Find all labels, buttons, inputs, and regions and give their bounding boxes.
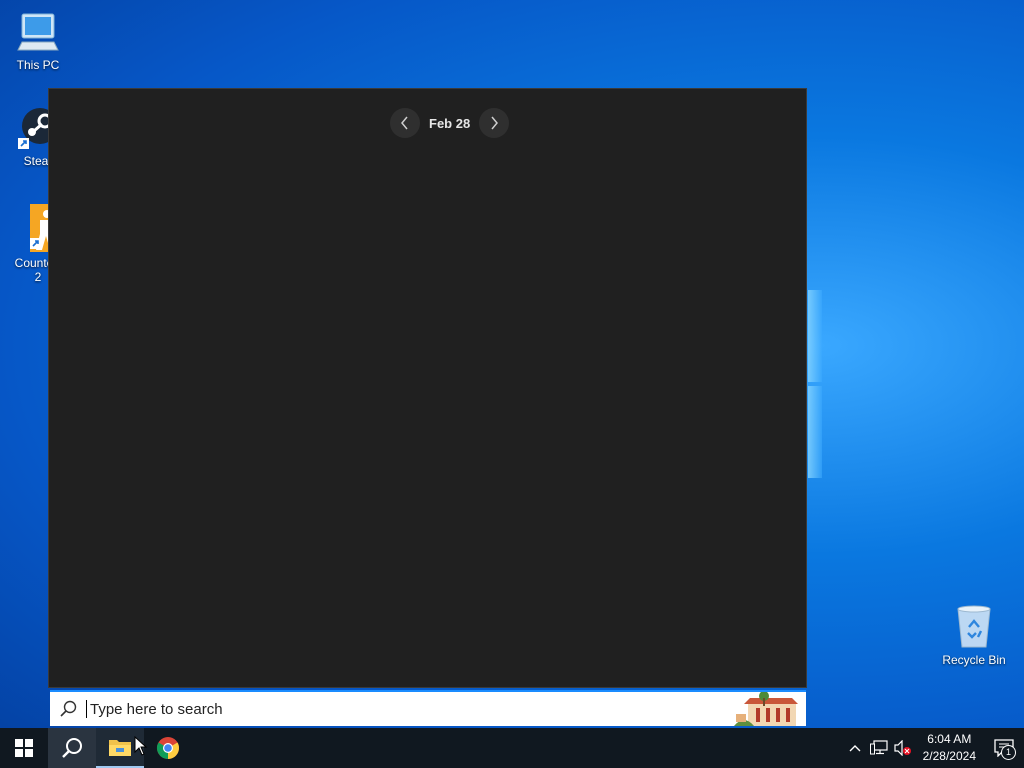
chevron-up-icon (849, 745, 861, 752)
text-caret (86, 700, 87, 718)
recycle-bin-icon (957, 605, 991, 648)
start-button[interactable] (0, 728, 48, 768)
clock-time: 6:04 AM (927, 732, 972, 746)
show-hidden-icons-button[interactable] (843, 728, 867, 768)
search-bar[interactable] (50, 690, 806, 726)
notification-count-badge: 1 (1001, 745, 1016, 760)
file-explorer-icon (109, 740, 131, 756)
date-navigator: Feb 28 (390, 107, 510, 139)
network-button[interactable] (867, 728, 891, 768)
search-icon (62, 738, 82, 758)
desktop-icon-this-pc[interactable]: This PC (0, 10, 76, 72)
current-date-label: Feb 28 (429, 115, 471, 131)
wallpaper-beam-upper (808, 290, 822, 382)
clock-button[interactable]: 6:04 AM 2/28/2024 (915, 731, 984, 765)
volume-muted-icon (894, 740, 911, 756)
search-bar-icon-wrap (50, 700, 86, 718)
taskbar-search-button[interactable] (48, 728, 96, 768)
system-tray: 6:04 AM 2/28/2024 1 (843, 728, 1024, 768)
clock-date: 2/28/2024 (922, 749, 976, 763)
action-center-button[interactable]: 1 (984, 728, 1024, 768)
search-input[interactable] (88, 699, 692, 719)
search-highlight-illustration-icon (734, 692, 798, 726)
search-icon (60, 700, 77, 717)
chevron-right-icon (491, 116, 499, 130)
chrome-icon (157, 737, 179, 759)
taskbar-chrome-button[interactable] (144, 728, 192, 768)
volume-button[interactable] (891, 728, 915, 768)
desktop-icon-label: Recycle Bin (942, 653, 1006, 667)
start-icon (15, 739, 33, 757)
chevron-left-icon (401, 116, 408, 130)
mouse-cursor-icon (134, 736, 148, 756)
desktop-icon-label: This PC (16, 58, 60, 72)
desktop-icon-recycle-bin[interactable]: Recycle Bin (936, 603, 1012, 667)
this-pc-icon (17, 13, 59, 51)
network-icon (869, 740, 888, 755)
calendar-flyout: Feb 28 (48, 88, 807, 688)
wallpaper-beam-lower (808, 386, 822, 478)
taskbar: 6:04 AM 2/28/2024 1 (0, 728, 1024, 768)
previous-day-button[interactable] (390, 108, 420, 138)
next-day-button[interactable] (479, 108, 510, 138)
